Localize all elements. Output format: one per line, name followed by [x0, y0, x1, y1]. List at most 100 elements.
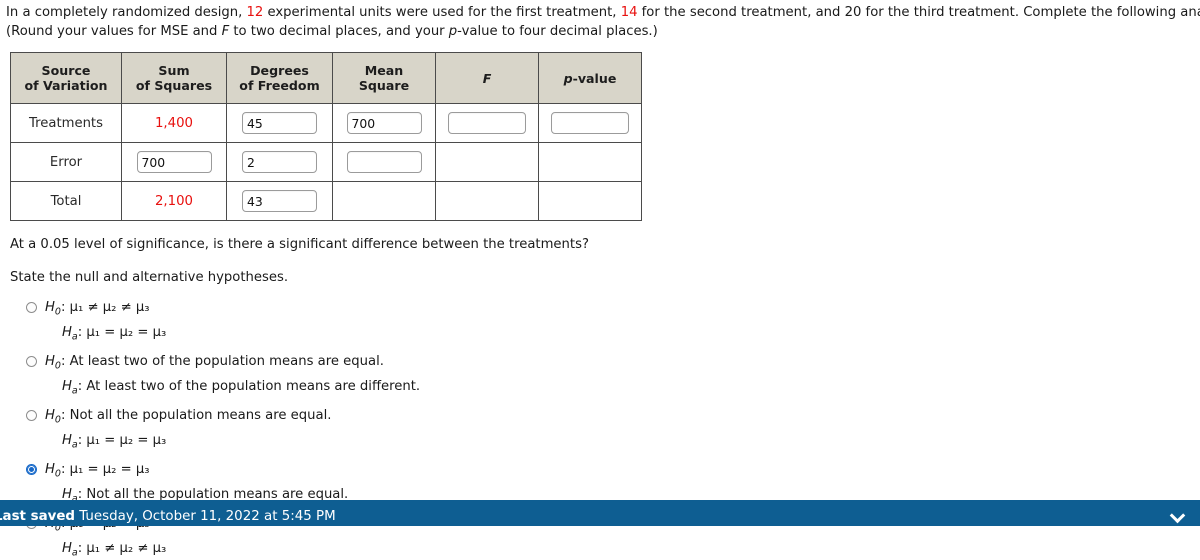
- option-1-null: H0: μ₁ ≠ μ₂ ≠ μ₃: [45, 300, 150, 319]
- header-line-1: F: [482, 70, 492, 86]
- anova-table-head: Source of Variation Sum of Squares Degre…: [10, 52, 642, 105]
- cell-f-total: [435, 181, 539, 222]
- header-line-2: of Squares: [135, 78, 213, 94]
- prompt-text-a: In a completely randomized design,: [6, 5, 247, 20]
- cell-mean-square-total: [332, 181, 436, 222]
- radio-icon-option-2[interactable]: [26, 356, 37, 368]
- column-header-p-value: p-value: [538, 52, 642, 105]
- table-row-treatments: Treatments 1,400: [10, 103, 642, 144]
- cell-source-total: Total: [10, 181, 122, 222]
- last-saved-timestamp: Tuesday, October 11, 2022 at 5:45 PM: [75, 509, 336, 525]
- header-line-1: p-value: [563, 70, 617, 86]
- problem-statement-line-1: In a completely randomized design, 12 ex…: [6, 4, 1200, 23]
- header-line-1: Degrees: [250, 63, 309, 79]
- cell-mean-square-error: [332, 142, 436, 183]
- header-line-1: Mean: [364, 63, 404, 79]
- option-5-alt-text: : μ₁ ≠ μ₂ ≠ μ₃: [77, 541, 167, 557]
- cell-p-value-treatments: [538, 103, 642, 144]
- row-label-treatments: Treatments: [29, 115, 103, 131]
- chevron-down-icon[interactable]: [1170, 507, 1186, 523]
- option-1-alt: Ha: μ₁ = μ₂ = μ₃: [62, 325, 167, 344]
- cell-degrees-of-freedom-error: [226, 142, 333, 183]
- cell-degrees-of-freedom-treatments: [226, 103, 333, 144]
- header-line-1: Sum: [158, 63, 190, 79]
- option-4-null: H0: μ₁ = μ₂ = μ₃: [45, 462, 150, 481]
- input-sum-of-squares-error[interactable]: [136, 151, 212, 174]
- table-row-total: Total 2,100: [10, 181, 642, 222]
- radio-icon-option-3[interactable]: [26, 410, 37, 422]
- option-3-null-text: : Not all the population means are equal…: [60, 408, 332, 424]
- anova-header-row: Source of Variation Sum of Squares Degre…: [10, 52, 642, 105]
- header-line-2: of Variation: [24, 78, 108, 94]
- rounding-text-b: to two decimal places, and your: [229, 23, 449, 39]
- input-mean-square-treatments[interactable]: [346, 112, 422, 135]
- question-significance: At a 0.05 level of significance, is ther…: [10, 237, 589, 253]
- cell-mean-square-treatments: [332, 103, 436, 144]
- question-state-hypotheses: State the null and alternative hypothese…: [10, 270, 289, 286]
- row-label-total: Total: [50, 193, 82, 209]
- anova-table-body: Treatments 1,400 45 700 Error 700 2 Tota…: [10, 103, 642, 222]
- option-1-alt-text: : μ₁ = μ₂ = μ₃: [77, 325, 167, 341]
- cell-source-treatments: Treatments: [10, 103, 122, 144]
- table-row-error: Error: [10, 142, 642, 183]
- cell-f-treatments: [435, 103, 539, 144]
- input-degrees-of-freedom-error[interactable]: [242, 151, 317, 174]
- option-3[interactable]: H0: Not all the population means are equ…: [26, 407, 1200, 452]
- option-4-null-text: : μ₁ = μ₂ = μ₃: [60, 462, 150, 478]
- anova-table: Source of Variation Sum of Squares Degre…: [10, 52, 642, 222]
- option-2-null: H0: At least two of the population means…: [45, 354, 384, 373]
- problem-statement: In a completely randomized design, 12 ex…: [0, 0, 1200, 41]
- option-1-body: H0: μ₁ ≠ μ₂ ≠ μ₃ Ha: μ₁ = μ₂ = μ₃: [45, 299, 1200, 344]
- column-header-mean-square: Mean Square: [332, 52, 436, 105]
- option-1[interactable]: H0: μ₁ ≠ μ₂ ≠ μ₃ Ha: μ₁ = μ₂ = μ₃: [26, 299, 1200, 344]
- exercise-page: In a completely randomized design, 12 ex…: [0, 0, 1200, 559]
- option-3-alt: Ha: μ₁ = μ₂ = μ₃: [62, 433, 167, 452]
- cell-p-value-error: [538, 142, 642, 183]
- prompt-value-n1: 12: [246, 5, 264, 20]
- option-2[interactable]: H0: At least two of the population means…: [26, 353, 1200, 398]
- last-saved-label: Last saved: [0, 509, 76, 525]
- option-2-alt-text: : At least two of the population means a…: [77, 379, 421, 395]
- column-header-source-of-variation: Source of Variation: [10, 52, 122, 105]
- value-sum-of-squares-treatments: 1,400: [154, 115, 194, 131]
- cell-sum-of-squares-error: [121, 142, 227, 183]
- header-line-1: Source: [41, 63, 91, 79]
- prompt-text-b: experimental units were used for the fir…: [263, 5, 621, 20]
- input-f-treatments[interactable]: [448, 112, 526, 135]
- option-5-alt: Ha: μ₁ ≠ μ₂ ≠ μ₃: [62, 541, 167, 559]
- prompt-text-c: for the second treatment, and 20 for the…: [641, 5, 1200, 20]
- option-2-body: H0: At least two of the population means…: [45, 353, 1200, 398]
- last-saved-status: Last saved Tuesday, October 11, 2022 at …: [0, 510, 336, 523]
- cell-source-error: Error: [10, 142, 122, 183]
- cell-degrees-of-freedom-total: [226, 181, 333, 222]
- column-header-f: F: [435, 52, 539, 105]
- p-symbol: p: [448, 23, 458, 39]
- input-degrees-of-freedom-treatments[interactable]: [242, 112, 317, 135]
- prompt-value-n2: 14: [620, 5, 638, 20]
- input-degrees-of-freedom-total[interactable]: [242, 190, 317, 213]
- option-2-alt: Ha: At least two of the population means…: [62, 379, 421, 398]
- input-mean-square-error[interactable]: [346, 151, 422, 174]
- option-1-null-text: : μ₁ ≠ μ₂ ≠ μ₃: [60, 300, 150, 316]
- input-p-value-treatments[interactable]: [551, 112, 629, 135]
- option-3-body: H0: Not all the population means are equ…: [45, 407, 1200, 452]
- cell-p-value-total: [538, 181, 642, 222]
- cell-sum-of-squares-treatments: 1,400: [121, 103, 227, 144]
- radio-icon-option-1[interactable]: [26, 302, 37, 314]
- rounding-text-a: (Round your values for MSE and: [6, 23, 222, 39]
- option-3-null: H0: Not all the population means are equ…: [45, 408, 332, 427]
- option-2-null-text: : At least two of the population means a…: [60, 354, 384, 370]
- value-sum-of-squares-total: 2,100: [154, 193, 194, 209]
- header-line-2: of Freedom: [239, 78, 320, 94]
- problem-statement-line-2: (Round your values for MSE and F to two …: [6, 23, 1194, 42]
- option-3-alt-text: : μ₁ = μ₂ = μ₃: [77, 433, 167, 449]
- header-line-2: Square: [358, 78, 410, 94]
- column-header-sum-of-squares: Sum of Squares: [121, 52, 227, 105]
- radio-icon-option-4-selected[interactable]: [26, 464, 37, 476]
- cell-sum-of-squares-total: 2,100: [121, 181, 227, 222]
- rounding-text-c: -value to four decimal places.): [457, 23, 658, 39]
- row-label-error: Error: [49, 154, 83, 170]
- column-header-degrees-of-freedom: Degrees of Freedom: [226, 52, 333, 105]
- cell-f-error: [435, 142, 539, 183]
- status-bar: Last saved Tuesday, October 11, 2022 at …: [0, 500, 1200, 526]
